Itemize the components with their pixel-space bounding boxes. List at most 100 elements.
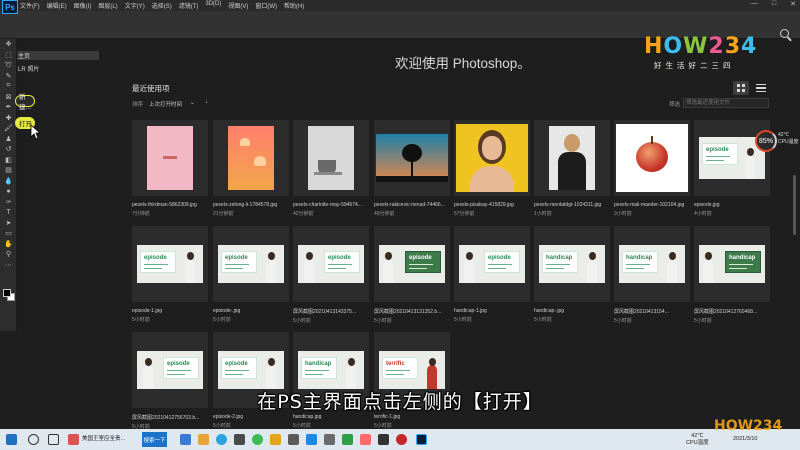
lesson-slide-image-icon[interactable]: episode [374,226,450,302]
menu-layer[interactable]: 图层(L) [98,1,117,10]
history-brush-tool-icon[interactable]: ↺ [0,144,17,155]
menu-filter[interactable]: 滤镜(T) [179,1,199,10]
menu-select[interactable]: 选择(S) [152,1,172,10]
search-icon[interactable] [780,29,789,38]
lesson-slide-image-icon[interactable]: handicap [614,226,690,302]
menu-edit[interactable]: 编辑(E) [47,1,67,10]
recent-file-card[interactable]: pexels-pixabay-415829.jpg 57分钟前 [454,120,530,217]
app-icon[interactable] [68,434,79,445]
shape-tool-icon[interactable]: ▭ [0,228,17,239]
zoom-tool-icon[interactable]: ⚲ [0,249,17,260]
more-tools-icon[interactable]: ⋯ [0,260,17,271]
nav-lr-photos[interactable]: LR 照片 [17,64,99,73]
chevron-down-icon[interactable]: ⌄ [190,100,195,106]
list-view-icon[interactable] [756,84,766,92]
recent-file-card[interactable]: handicap 屏风截图20210412760468... 5小时前 [694,226,770,324]
blur-tool-icon[interactable]: 💧 [0,176,17,187]
sort-direction-icon[interactable]: ↓ [205,99,208,105]
eyedropper-tool-icon[interactable]: ✒ [0,102,17,113]
menu-window[interactable]: 窗口(W) [255,1,277,10]
recent-file-card[interactable]: handicap handicap.jpg 5小时前 [293,332,369,429]
new-button[interactable]: 新建... [15,94,35,111]
maximize-icon[interactable]: □ [772,0,776,8]
recent-file-card[interactable]: handicap 屏风截图20210413154... 5小时前 [614,226,690,324]
search-icon[interactable] [28,434,39,445]
lesson-slide-image-icon[interactable]: handicap [534,226,610,302]
recent-file-card[interactable]: pexels-thirdman-5862309.jpg 7分钟前 [132,120,208,217]
jellyfish-image-icon[interactable] [213,120,289,196]
menu-image[interactable]: 图像(I) [74,1,92,10]
recent-file-card[interactable]: terrific terrific-1.jpg 5小时前 [374,332,450,429]
woman-portrait-image-icon[interactable] [454,120,530,196]
recent-file-card[interactable]: pexels-charlotte-may-594674... 42分钟前 [293,120,369,217]
menu-type[interactable]: 文字(Y) [125,1,145,10]
recent-file-card[interactable]: episode 屏风截图20210413143375... 5小时前 [293,226,369,324]
lesson-slide-image-icon[interactable]: episode [213,226,289,302]
menu-view[interactable]: 视图(V) [228,1,248,10]
lasso-tool-icon[interactable]: ➰ [0,60,17,71]
browser-icon[interactable] [216,434,227,445]
app-icon[interactable] [342,434,353,445]
app-icon[interactable] [378,434,389,445]
recent-file-card[interactable]: episode episode-1.jpg 5小时前 [132,226,208,323]
recent-file-card[interactable]: episode 屏风截图20210412756703.b... 5小时前 [132,332,208,430]
heart-tree-image-icon[interactable] [374,120,450,196]
photoshop-logo-icon[interactable]: Ps [2,0,18,14]
pink-card-image-icon[interactable] [132,120,208,196]
app-icon[interactable] [396,434,407,445]
sort-dropdown[interactable]: 上次打开时间 [149,100,182,108]
businesswoman-image-icon[interactable] [534,120,610,196]
lesson-slide-image-icon[interactable]: episode [132,226,208,302]
eraser-tool-icon[interactable]: ◧ [0,155,17,166]
task-view-icon[interactable] [48,434,59,445]
minimize-icon[interactable]: — [751,0,758,8]
lesson-slide-image-icon[interactable]: episode [293,226,369,302]
nav-home[interactable]: 主页 [17,51,99,60]
stamp-tool-icon[interactable]: ♟ [0,134,17,145]
scrollbar[interactable] [793,175,796,235]
app-icon[interactable] [288,434,299,445]
type-tool-icon[interactable]: T [0,207,17,218]
path-select-tool-icon[interactable]: ➤ [0,218,17,229]
apple-image-icon[interactable] [614,120,690,196]
app-icon[interactable] [234,434,245,445]
foreground-color-swatch[interactable] [3,289,11,297]
chrome-icon[interactable] [252,434,263,445]
menu-3d[interactable]: 3D(D) [205,1,221,10]
quick-select-tool-icon[interactable]: ✎ [0,71,17,82]
recent-file-card[interactable]: pexels-mali-maeder-102104.jpg 3小时前 [614,120,690,217]
lesson-slide-image-icon[interactable]: handicap [694,226,770,302]
hand-tool-icon[interactable]: ✋ [0,239,17,250]
app-icon[interactable] [270,434,281,445]
app-icon[interactable] [180,434,191,445]
photoshop-taskbar-icon[interactable] [416,434,427,445]
app-icon[interactable] [360,434,371,445]
recent-file-card[interactable]: episode episode-2.jpg 5小时前 [213,332,289,429]
pen-tool-icon[interactable]: ✑ [0,197,17,208]
recent-file-card[interactable]: episode 屏风截图20210413131352.b... 5小时前 [374,226,450,324]
recent-file-card[interactable]: pexels-zetong-li-1784578.jpg 21分钟前 [213,120,289,217]
crop-tool-icon[interactable]: ⌗ [0,81,17,92]
recent-file-card[interactable]: handicap handicap-.jpg 5小时前 [534,226,610,323]
recent-file-card[interactable]: episode handicap-1.jpg 5小时前 [454,226,530,323]
folder-icon[interactable] [198,434,209,445]
move-tool-icon[interactable]: ✥ [0,39,17,50]
dodge-tool-icon[interactable]: ● [0,186,17,197]
recent-file-card[interactable]: pexels-mentatdgt-1024311.jpg 1小时前 [534,120,610,217]
taskbar-app-label[interactable]: 美国王室应全责... [82,434,125,445]
app-icon[interactable] [324,434,335,445]
app-icon[interactable] [306,434,317,445]
coffee-cup-image-icon[interactable] [293,120,369,196]
taskbar-active-app[interactable]: 搜索一下 [142,432,167,447]
filter-input[interactable] [683,98,769,108]
gradient-tool-icon[interactable]: ▤ [0,165,17,176]
windows-start-icon[interactable] [6,434,17,445]
grid-view-icon[interactable] [733,81,749,95]
recent-file-card[interactable]: pexels-rakicevic-nenad-74466... 49分钟前 [374,120,450,217]
menu-help[interactable]: 帮助(H) [284,1,304,10]
lesson-slide-image-icon[interactable]: episode [454,226,530,302]
recent-file-card[interactable]: episode episode-.jpg 5小时前 [213,226,289,323]
menu-file[interactable]: 文件(F) [20,1,40,10]
marquee-tool-icon[interactable]: ⬚ [0,50,17,61]
close-icon[interactable]: ✕ [790,0,796,8]
